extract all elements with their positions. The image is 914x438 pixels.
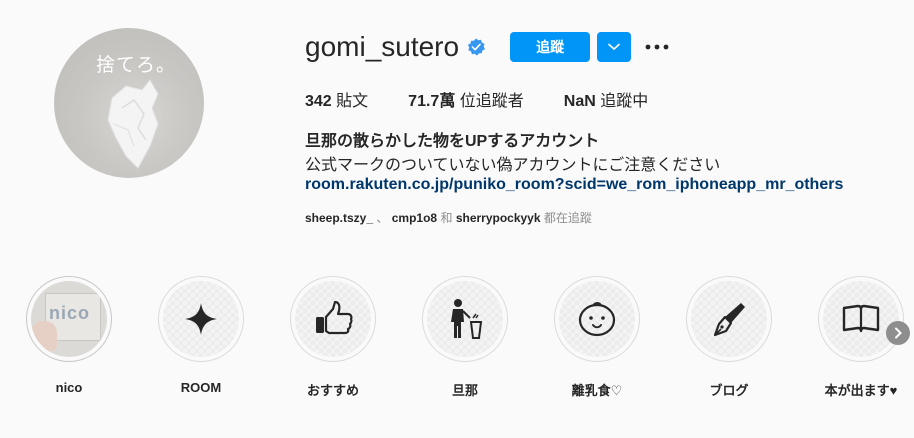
- pen-nib-icon: [713, 303, 745, 337]
- nico-photo: nico: [31, 281, 107, 357]
- follower-name-2[interactable]: cmp1o8: [392, 211, 437, 225]
- bio-link[interactable]: room.rakuten.co.jp/puniko_room?scid=we_r…: [305, 176, 843, 194]
- highlight-osusume[interactable]: おすすめ: [283, 276, 383, 399]
- trash-person-icon: [451, 299, 483, 339]
- highlight-cover: [163, 281, 239, 357]
- sparkle-icon: [185, 303, 217, 335]
- username: gomi_sutero: [305, 31, 460, 62]
- stat-followers-value: 71.7萬: [408, 93, 456, 110]
- nico-photo-text: nico: [49, 303, 91, 323]
- highlight-label: 離乳食♡: [571, 383, 623, 398]
- highlight-danna[interactable]: 旦那: [415, 276, 515, 399]
- username-row: gomi_sutero 追蹤: [305, 30, 669, 64]
- bio-title: 旦那の散らかした物をUPするアカウント: [305, 133, 600, 150]
- highlight-cover: [823, 281, 899, 357]
- chevron-down-icon: [608, 43, 620, 51]
- follower-name-1[interactable]: sheep.tszy_: [305, 211, 373, 225]
- followed-by-suffix: 都在追蹤: [543, 211, 592, 225]
- baby-face-icon: [578, 302, 616, 337]
- highlight-label: nico: [55, 380, 83, 395]
- hand-shape: [31, 321, 57, 351]
- highlight-ring: [554, 276, 640, 362]
- followed-by-and: 和: [440, 211, 453, 225]
- highlight-label: おすすめ: [306, 383, 359, 398]
- stat-posts-value: 342: [305, 93, 332, 110]
- highlight-nico[interactable]: nico nico: [19, 276, 119, 395]
- highlight-ring: [158, 276, 244, 362]
- stat-posts-label: 貼文: [336, 93, 369, 110]
- followed-by[interactable]: sheep.tszy_ 、 cmp1o8 和 sherrypockyyk 都在追…: [305, 209, 592, 226]
- highlight-label: ブログ: [709, 383, 749, 398]
- highlight-ring: [686, 276, 772, 362]
- highlight-ring: [422, 276, 508, 362]
- more-dots-icon: [645, 44, 669, 50]
- highlight-ring: [290, 276, 376, 362]
- follow-button[interactable]: 追蹤: [510, 32, 591, 62]
- suggested-accounts-button[interactable]: [597, 32, 632, 62]
- story-highlights: nico nico ROOM おすすめ 旦那 離乳食♡ ブログ 本が出ます♥: [0, 268, 914, 398]
- followed-by-separator: 、: [376, 211, 389, 225]
- highlight-label: 旦那: [451, 383, 478, 398]
- highlight-label: 本が出ます♥: [824, 383, 898, 398]
- highlight-label: ROOM: [180, 380, 222, 395]
- highlight-ring: nico: [26, 276, 112, 362]
- stat-following[interactable]: NaN 追蹤中: [564, 87, 648, 111]
- verified-badge-icon: [467, 38, 486, 56]
- profile-avatar[interactable]: 捨てろ。: [54, 28, 204, 178]
- chevron-right-icon: [895, 327, 902, 339]
- follower-name-3[interactable]: sherrypockyyk: [456, 211, 541, 225]
- book-icon: [842, 304, 880, 333]
- stat-following-value: NaN: [563, 93, 596, 110]
- highlight-cover: [295, 281, 371, 357]
- stat-followers[interactable]: 71.7萬 位追蹤者: [408, 87, 524, 111]
- highlight-blog[interactable]: ブログ: [679, 276, 779, 399]
- highlight-cover: [427, 281, 503, 357]
- bio-text: 公式マークのついていない偽アカウントにご注意ください: [305, 157, 721, 174]
- highlight-cover: [559, 281, 635, 357]
- thumbs-up-icon: [316, 300, 353, 335]
- stat-following-label: 追蹤中: [600, 93, 649, 110]
- tissue-image: [107, 79, 159, 169]
- stat-posts: 342 貼文: [305, 87, 368, 111]
- highlight-cover: [691, 281, 767, 357]
- stat-followers-label: 位追蹤者: [459, 93, 524, 110]
- profile-stats: 342 貼文 71.7萬 位追蹤者 NaN 追蹤中: [305, 87, 688, 111]
- highlight-rinyushoku[interactable]: 離乳食♡: [547, 276, 647, 399]
- highlight-ring: [818, 276, 904, 362]
- more-options-button[interactable]: [645, 35, 669, 59]
- highlights-next-button[interactable]: [886, 321, 910, 345]
- highlight-room[interactable]: ROOM: [151, 276, 251, 395]
